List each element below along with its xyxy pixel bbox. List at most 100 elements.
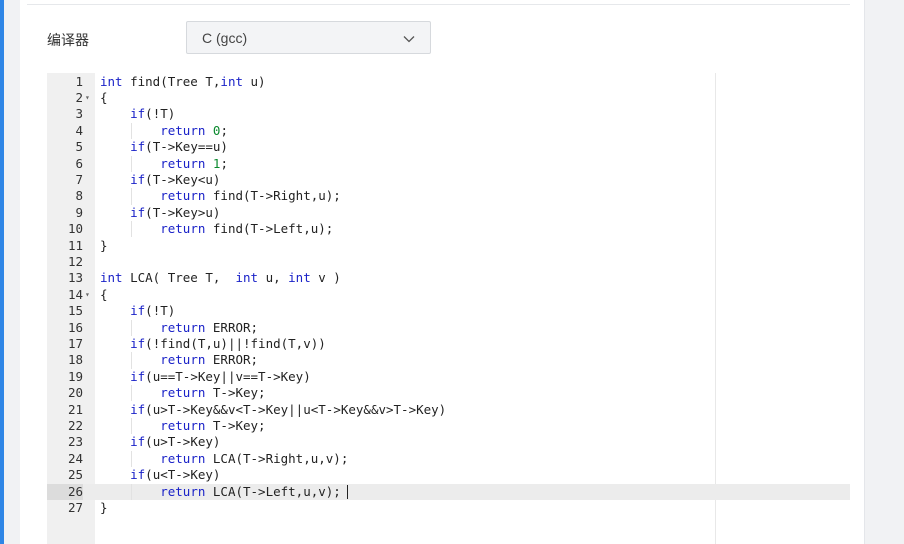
code-text: { xyxy=(100,90,108,106)
keyword-token: return xyxy=(160,385,206,401)
keyword-token: int xyxy=(100,73,123,89)
text-cursor xyxy=(347,484,349,499)
code-line[interactable]: 15 if(!T) xyxy=(47,303,850,319)
keyword-token: if xyxy=(130,204,146,220)
code-line[interactable]: 17 if(!find(T,u)||!find(T,v)) xyxy=(47,336,850,352)
code-text: if(u<T->Key) xyxy=(100,467,220,483)
code-text: if(!find(T,u)||!find(T,v)) xyxy=(100,336,326,352)
code-text: if(T->Key==u) xyxy=(100,139,228,155)
code-text: } xyxy=(100,238,108,254)
code-line[interactable]: 16 return ERROR; xyxy=(47,319,850,336)
code-line[interactable]: 27} xyxy=(47,500,850,516)
keyword-token: if xyxy=(130,335,146,351)
keyword-token: int xyxy=(100,270,123,286)
code-line[interactable]: 5 if(T->Key==u) xyxy=(47,139,850,155)
code-text: if(!T) xyxy=(100,106,175,122)
code-text: int find(Tree T,int u) xyxy=(100,74,266,90)
code-line[interactable]: 2 ▾ { xyxy=(47,90,850,106)
code-text: return LCA(T->Left,u,v); xyxy=(100,484,341,500)
text-token: { xyxy=(100,89,108,105)
text-token: LCA(T->Right,u,v); xyxy=(205,450,349,466)
text-token: LCA( Tree T, xyxy=(122,270,236,286)
line-number: 2 xyxy=(75,89,83,105)
text-token: ; xyxy=(220,122,228,138)
line-number: 3 xyxy=(75,106,83,122)
code-line[interactable]: 6 return 1; xyxy=(47,155,850,172)
line-number: 26 xyxy=(47,483,83,500)
code-line[interactable]: 1 int find(Tree T,int u) xyxy=(47,74,850,90)
code-text: return 0; xyxy=(100,123,228,139)
text-token: v ) xyxy=(310,270,341,286)
text-token: } xyxy=(100,499,108,515)
code-line[interactable]: 19 if(u==T->Key||v==T->Key) xyxy=(47,369,850,385)
line-number: 13 xyxy=(67,270,83,286)
line-number: 8 xyxy=(75,188,83,204)
fold-toggle-icon[interactable]: ▾ xyxy=(85,90,93,106)
code-text: return ERROR; xyxy=(100,352,258,368)
code-line[interactable]: 20 return T->Key; xyxy=(47,385,850,402)
code-line[interactable]: 18 return ERROR; xyxy=(47,352,850,369)
code-line[interactable]: 24 return LCA(T->Right,u,v); xyxy=(47,450,850,468)
code-line[interactable]: 13 int LCA( Tree T, int u, int v ) xyxy=(47,270,850,286)
code-line[interactable]: 8 return find(T->Right,u); xyxy=(47,188,850,205)
line-number: 15 xyxy=(67,303,83,319)
line-number: 20 xyxy=(67,385,83,401)
text-token: find(T->Right,u); xyxy=(205,188,341,204)
line-number: 23 xyxy=(67,434,83,450)
top-divider xyxy=(27,4,850,5)
line-number: 14 xyxy=(67,286,83,302)
code-line[interactable]: 4 return 0; xyxy=(47,122,850,140)
code-line[interactable]: 3 if(!T) xyxy=(47,106,850,122)
text-token: T->Key; xyxy=(205,385,266,401)
line-number: 5 xyxy=(75,139,83,155)
text-token: (!T) xyxy=(145,106,176,122)
code-line[interactable]: 23 if(u>T->Key) xyxy=(47,434,850,450)
keyword-token: return xyxy=(160,122,206,138)
code-line[interactable]: 9 if(T->Key>u) xyxy=(47,205,850,221)
code-text: } xyxy=(100,500,108,516)
code-line[interactable]: 25 if(u<T->Key) xyxy=(47,467,850,483)
code-line[interactable]: 21 if(u>T->Key&&v<T->Key||u<T->Key&&v>T-… xyxy=(47,402,850,418)
fold-toggle-icon[interactable]: ▾ xyxy=(85,287,93,303)
text-token: (u>T->Key&&v<T->Key||u<T->Key&&v>T->Key) xyxy=(145,401,447,417)
keyword-token: if xyxy=(130,106,146,122)
code-line[interactable]: 7 if(T->Key<u) xyxy=(47,172,850,188)
keyword-token: if xyxy=(130,368,146,384)
text-token: (u==T->Key||v==T->Key) xyxy=(145,368,311,384)
compiler-label: 编译器 xyxy=(47,32,89,48)
keyword-token: int xyxy=(288,270,311,286)
line-number: 12 xyxy=(67,253,83,269)
code-text: int LCA( Tree T, int u, int v ) xyxy=(100,270,341,286)
keyword-token: if xyxy=(130,467,146,483)
text-token: LCA(T->Left,u,v); xyxy=(205,483,341,499)
keyword-token: return xyxy=(160,188,206,204)
text-token: find(T->Left,u); xyxy=(205,221,334,237)
compiler-selected-value: C (gcc) xyxy=(202,30,248,46)
line-number: 6 xyxy=(75,155,83,171)
code-line[interactable]: 26 return LCA(T->Left,u,v); xyxy=(47,483,850,500)
code-text: return 1; xyxy=(100,156,228,172)
line-number: 1 xyxy=(75,73,83,89)
text-token: { xyxy=(100,286,108,302)
code-line[interactable]: 11} xyxy=(47,238,850,254)
code-line[interactable]: 22 return T->Key; xyxy=(47,417,850,435)
code-line[interactable]: 10 return find(T->Left,u); xyxy=(47,221,850,238)
line-number: 9 xyxy=(75,204,83,220)
code-line[interactable]: 12 xyxy=(47,254,850,270)
line-number: 21 xyxy=(67,401,83,417)
code-editor[interactable]: 1 int find(Tree T,int u) 2 ▾{3 if(!T) 4 retu… xyxy=(47,73,850,544)
code-text: if(u>T->Key&&v<T->Key||u<T->Key&&v>T->Ke… xyxy=(100,402,446,418)
keyword-token: return xyxy=(160,221,206,237)
code-text: if(T->Key>u) xyxy=(100,205,220,221)
compiler-select[interactable]: C (gcc) xyxy=(186,21,431,54)
code-line[interactable]: 14 ▾ { xyxy=(47,287,850,303)
line-number: 10 xyxy=(67,221,83,237)
